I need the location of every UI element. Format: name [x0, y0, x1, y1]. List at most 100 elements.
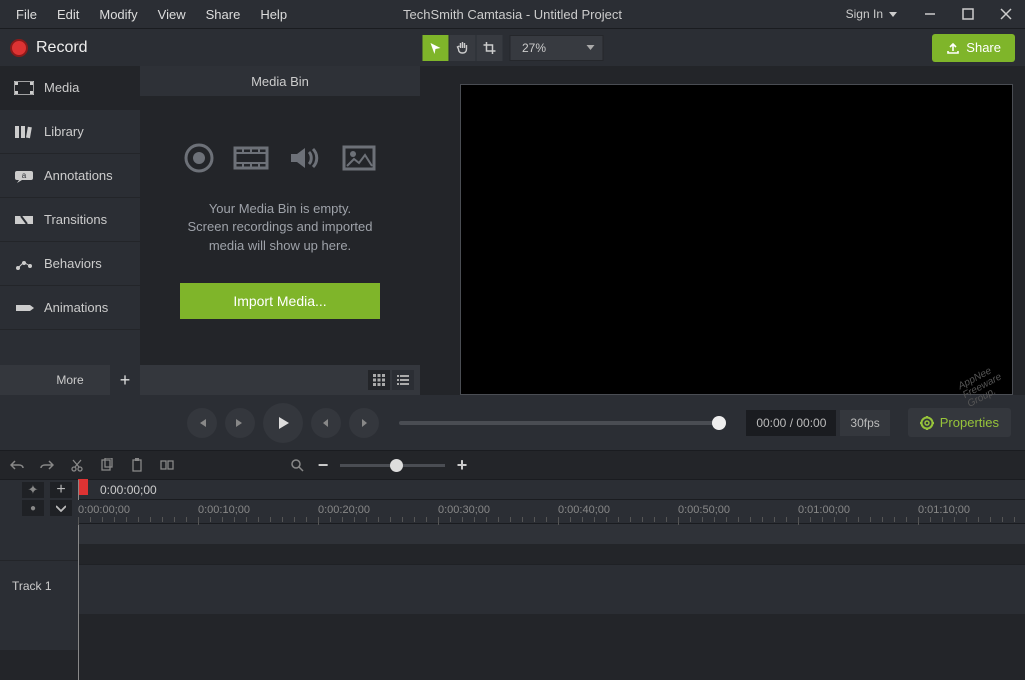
- ruler-tick-label: 0:00:20;00: [318, 504, 370, 516]
- timeline: ✦ + ● Track 1 0:00:00;00 0:00:00;00 0:00…: [0, 480, 1025, 650]
- time-ruler[interactable]: 0:00:00;00 0:00:10;00 0:00:20;00 0:00:30…: [78, 500, 1025, 524]
- sidebar-item-library[interactable]: Library: [0, 110, 140, 154]
- signin-button[interactable]: Sign In: [832, 0, 911, 28]
- zoom-slider-knob[interactable]: [390, 459, 403, 472]
- sidebar-item-animations[interactable]: Animations: [0, 286, 140, 330]
- split-button[interactable]: [158, 456, 176, 474]
- timeline-left: ✦ + ● Track 1: [0, 480, 78, 650]
- add-tool-button[interactable]: +: [110, 365, 140, 395]
- add-track-button[interactable]: +: [50, 482, 72, 498]
- image-placeholder-icon: [341, 142, 377, 174]
- import-media-button[interactable]: Import Media...: [180, 283, 380, 319]
- gear-icon: [920, 416, 934, 430]
- scrub-knob[interactable]: [712, 416, 726, 430]
- zoom-out-button[interactable]: −: [314, 456, 332, 474]
- ruler-tick-label: 0:00:50;00: [678, 504, 730, 516]
- track-body[interactable]: [78, 564, 1025, 614]
- playback-bar: 00:00 / 00:00 30fps Properties: [0, 395, 1025, 450]
- media-bin-panel: Media Bin Your Media Bin is empty. Scree…: [140, 66, 420, 395]
- next-frame-button[interactable]: [225, 408, 255, 438]
- prev-frame-button[interactable]: [187, 408, 217, 438]
- share-button[interactable]: Share: [932, 34, 1015, 62]
- collapse-tracks-button[interactable]: [50, 500, 72, 516]
- copy-button[interactable]: [98, 456, 116, 474]
- paste-button[interactable]: [128, 456, 146, 474]
- properties-button[interactable]: Properties: [908, 408, 1011, 437]
- sidebar-item-media[interactable]: Media: [0, 66, 140, 110]
- sidebar-item-behaviors[interactable]: Behaviors: [0, 242, 140, 286]
- close-button[interactable]: [987, 0, 1025, 28]
- step-forward-button[interactable]: [349, 408, 379, 438]
- play-button[interactable]: [263, 403, 303, 443]
- more-label: More: [56, 373, 83, 387]
- menu-edit[interactable]: Edit: [47, 1, 89, 28]
- annotations-icon: a: [14, 169, 34, 183]
- playhead-icon[interactable]: [78, 479, 88, 495]
- maximize-button[interactable]: [949, 0, 987, 28]
- menu-modify[interactable]: Modify: [89, 1, 147, 28]
- caret-down-icon: [586, 45, 594, 50]
- minimize-button[interactable]: [911, 0, 949, 28]
- sidebar-item-label: Behaviors: [44, 256, 102, 271]
- ruler-tick-label: 0:01:10;00: [918, 504, 970, 516]
- behaviors-icon: [14, 257, 34, 271]
- zoom-value: 27%: [522, 41, 546, 55]
- crop-tool-button[interactable]: [476, 35, 502, 61]
- timeline-toolbar: − +: [0, 450, 1025, 480]
- track-header[interactable]: Track 1: [0, 560, 78, 610]
- sidebar-item-transitions[interactable]: Transitions: [0, 198, 140, 242]
- sidebar-item-annotations[interactable]: a Annotations: [0, 154, 140, 198]
- record-label: Record: [36, 39, 88, 57]
- toolbar: Record 27% Share: [0, 28, 1025, 66]
- track-markers-button[interactable]: ●: [22, 500, 44, 516]
- list-view-button[interactable]: [392, 370, 414, 390]
- zoom-slider[interactable]: [340, 464, 445, 467]
- grid-view-button[interactable]: [368, 370, 390, 390]
- zoom-in-button[interactable]: +: [453, 456, 471, 474]
- cut-button[interactable]: [68, 456, 86, 474]
- media-bin-title: Media Bin: [140, 66, 420, 96]
- record-icon: [10, 39, 28, 57]
- preview-canvas[interactable]: AppNeeFreewareGroup.: [460, 84, 1013, 395]
- undo-button[interactable]: [8, 456, 26, 474]
- main-area: Media Library a Annotations Transitions …: [0, 66, 1025, 395]
- audio-placeholder-icon: [287, 142, 323, 174]
- titlebar: File Edit Modify View Share Help TechSmi…: [0, 0, 1025, 28]
- menu-help[interactable]: Help: [250, 1, 297, 28]
- ruler-tick-label: 0:00:00;00: [78, 504, 130, 516]
- pan-tool-button[interactable]: [449, 35, 475, 61]
- ruler-tick-label: 0:00:10;00: [198, 504, 250, 516]
- sidebar-more-button[interactable]: More +: [0, 365, 140, 395]
- media-bin-empty-text: Your Media Bin is empty. Screen recordin…: [188, 200, 373, 255]
- media-bin-body: Your Media Bin is empty. Screen recordin…: [140, 96, 420, 365]
- transitions-icon: [14, 213, 34, 227]
- sidebar-item-label: Media: [44, 80, 79, 95]
- menu-view[interactable]: View: [148, 1, 196, 28]
- menu-file[interactable]: File: [6, 1, 47, 28]
- zoom-select[interactable]: 27%: [509, 35, 603, 61]
- sidebar-item-label: Library: [44, 124, 84, 139]
- ruler-tick-label: 0:01:00;00: [798, 504, 850, 516]
- edit-tool-button[interactable]: [422, 35, 448, 61]
- fps-select[interactable]: 30fps: [840, 410, 889, 436]
- step-back-button[interactable]: [311, 408, 341, 438]
- add-marker-button[interactable]: ✦: [22, 482, 44, 498]
- scrub-bar[interactable]: [399, 421, 726, 425]
- sidebar: Media Library a Annotations Transitions …: [0, 66, 140, 395]
- animations-icon: [14, 301, 34, 315]
- ruler-tick-label: 0:00:40;00: [558, 504, 610, 516]
- menu-share[interactable]: Share: [196, 1, 251, 28]
- ruler-tick-label: 0:00:30;00: [438, 504, 490, 516]
- timeline-tracks[interactable]: 0:00:00;00 0:00:00;00 0:00:10;00 0:00:20…: [78, 480, 1025, 650]
- menubar: File Edit Modify View Share Help: [0, 1, 297, 28]
- record-button[interactable]: Record: [10, 39, 88, 57]
- preview-panel: AppNeeFreewareGroup.: [420, 66, 1025, 395]
- upload-icon: [946, 41, 960, 55]
- canvas-toolbar: 27%: [422, 35, 603, 61]
- time-display: 00:00 / 00:00: [746, 410, 836, 436]
- record-placeholder-icon: [183, 142, 215, 174]
- library-icon: [14, 125, 34, 139]
- media-icon: [14, 81, 34, 95]
- sidebar-item-label: Animations: [44, 300, 108, 315]
- redo-button[interactable]: [38, 456, 56, 474]
